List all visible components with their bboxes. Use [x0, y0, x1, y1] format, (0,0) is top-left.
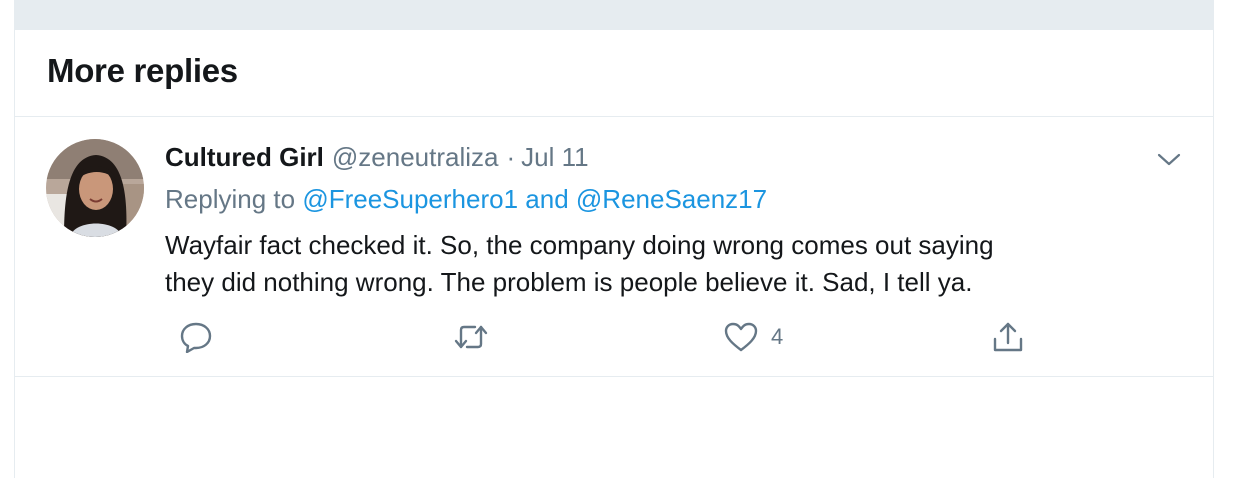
tweet-text-line: Wayfair fact checked it. So, the company…: [165, 230, 994, 260]
header-separator: ·: [506, 142, 516, 172]
tweet-text-line: they did nothing wrong. The problem is p…: [165, 267, 973, 297]
replying-prefix: Replying to: [165, 184, 296, 214]
reply-icon: [179, 321, 213, 353]
chevron-down-icon[interactable]: [1155, 147, 1183, 171]
replies-panel: More replies Cultured Girl @zeneutraliza ·…: [14, 30, 1214, 478]
mention-link[interactable]: @ReneSaenz17: [576, 184, 767, 214]
retweet-button[interactable]: [453, 317, 489, 357]
reply-button[interactable]: [179, 317, 213, 357]
tweet-text: Wayfair fact checked it. So, the company…: [165, 227, 1175, 301]
tweet-actions: 4: [165, 317, 1065, 357]
heart-icon: [723, 321, 759, 353]
more-replies-header: More replies: [15, 30, 1213, 117]
timeline-separator-band: [14, 0, 1214, 30]
share-icon: [991, 320, 1025, 354]
reply-tweet[interactable]: Cultured Girl @zeneutraliza · Jul 11 Replyi…: [15, 117, 1213, 377]
mention-conjunction[interactable]: and: [525, 184, 568, 214]
section-title: More replies: [47, 52, 238, 89]
tweet-date[interactable]: Jul 11: [521, 142, 588, 172]
share-button[interactable]: [991, 317, 1025, 357]
mention-link[interactable]: @FreeSuperhero1: [302, 184, 518, 214]
user-handle[interactable]: @zeneutraliza: [332, 142, 499, 172]
display-name[interactable]: Cultured Girl: [165, 142, 324, 172]
avatar[interactable]: [46, 139, 144, 237]
replying-to-line: Replying to @FreeSuperhero1 and @ReneSae…: [165, 184, 767, 215]
like-count: 4: [771, 324, 784, 349]
like-button[interactable]: 4: [723, 317, 783, 357]
retweet-icon: [453, 321, 489, 353]
tweet-header: Cultured Girl @zeneutraliza · Jul 11: [165, 142, 589, 176]
